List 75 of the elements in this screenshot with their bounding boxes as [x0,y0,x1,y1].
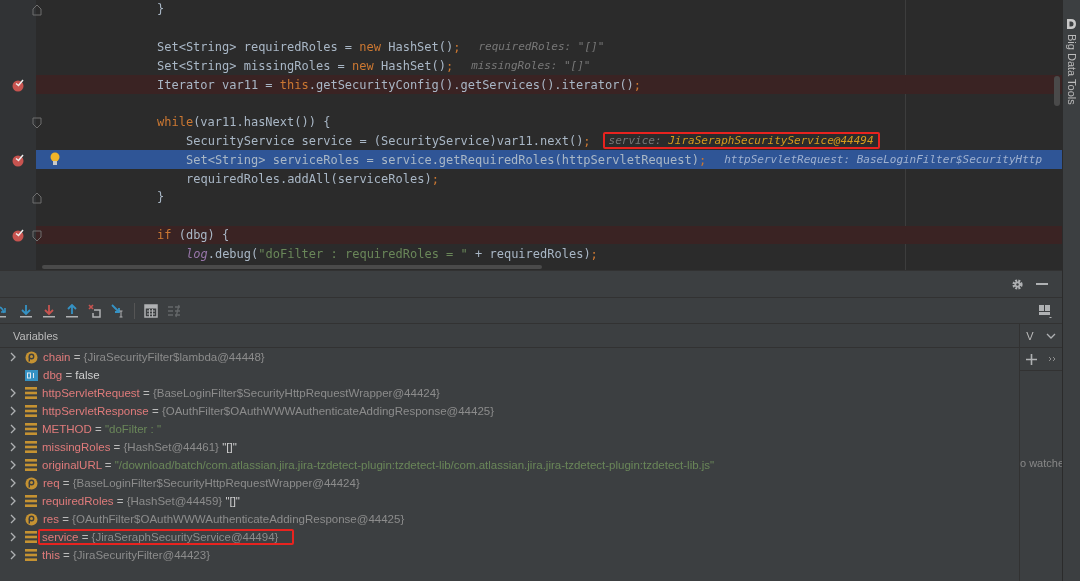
code-line: SecurityService service = (SecurityService)var11.next(); [186,133,591,148]
scrollbar[interactable] [1054,76,1060,106]
drop-frame-icon[interactable] [88,303,102,318]
breakpoint-icon[interactable] [11,77,25,92]
field-icon [25,441,37,453]
variable-entry[interactable]: dbg = false [39,367,104,383]
force-step-into-icon[interactable] [42,303,56,318]
watches-tab[interactable]: V [1026,329,1034,342]
expand-chevron-icon[interactable] [9,550,16,560]
layout-icon[interactable] [1038,303,1052,318]
code-line: requiredRoles.addAll(serviceRoles); [186,171,439,186]
evaluate-icon[interactable] [144,303,158,318]
breakpoint-icon[interactable] [11,227,25,242]
breakpoint-icon[interactable] [11,152,25,167]
variable-entry[interactable]: chain = {JiraSecurityFilter$lambda@44448} [39,349,269,365]
variable-entry[interactable]: service = {JiraSeraphSecurityService@44494} [38,529,295,545]
run-to-cursor-icon[interactable] [111,303,125,318]
variable-entry[interactable]: req = {BaseLoginFilter$SecurityHttpRequestWrapper@44424} [39,475,364,491]
parameter-icon [25,512,38,526]
parameter-icon [25,476,38,490]
add-icon[interactable] [1025,353,1037,365]
code-line: Set<String> serviceRoles = service.getRequiredRoles(httpServletRequest); [186,152,707,167]
variable-entry[interactable]: METHOD = "doFilter : " [38,421,166,437]
fold-icon[interactable] [32,4,42,16]
more-icon[interactable] [1048,356,1057,362]
variable-entry[interactable]: httpServletResponse = {OAuthFilter$OAuthWWWAuthenticateAddingResponse@44425} [38,403,499,419]
expand-chevron-icon[interactable] [9,460,16,470]
code-line: Set<String> missingRoles = new HashSet(); [157,58,454,73]
code-line: if (dbg) { [157,227,230,242]
step-into-icon[interactable] [19,303,33,318]
field-icon [25,459,37,471]
tool-window-tab[interactable]: Big Data Tools [1065,34,1078,105]
step-out-icon[interactable] [65,303,79,318]
variable-entry[interactable]: requiredRoles = {HashSet@44459} "[]" [38,493,244,509]
code-line: } [157,2,165,17]
expand-chevron-icon[interactable] [9,352,16,362]
primitive-icon [25,369,38,381]
field-icon [25,423,37,435]
code-line: Set<String> requiredRoles = new HashSet(); [157,40,461,54]
parameter-icon [25,350,38,364]
field-icon [25,495,37,507]
expand-chevron-icon[interactable] [9,478,16,488]
inline-value-hint: requiredRoles: "[]" [477,39,606,56]
inline-value-hint: httpServletRequest: BaseLoginFilter$SecurityHttp [723,152,1044,169]
expand-chevron-icon[interactable] [9,388,16,398]
variable-entry[interactable]: missingRoles = {HashSet@44461} "[]" [38,439,241,455]
settings-icon[interactable] [1011,277,1024,291]
code-line: log.debug("doFilter : requiredRoles = " + requiredRoles); [186,246,598,261]
panel-title: Variables [13,329,59,342]
code-line: } [157,190,165,205]
inline-value-hint: service: JiraSeraphSecurityService@44494 [602,132,880,150]
minimize-icon[interactable] [1036,282,1048,286]
code-line: while(var11.hasNext()) { [157,115,331,130]
expand-chevron-icon[interactable] [9,532,16,542]
variable-entry[interactable]: res = {OAuthFilter$OAuthWWWAuthenticateAddingResponse@44425} [39,511,409,527]
expand-chevron-icon[interactable] [9,406,16,416]
expand-chevron-icon[interactable] [9,514,16,524]
field-icon [25,387,37,399]
code-line: Iterator var11 = this.getSecurityConfig().getServices().iterator(); [157,77,642,92]
database-icon[interactable] [1066,18,1077,30]
inline-value-hint: missingRoles: "[]" [470,58,592,75]
lightbulb-icon[interactable] [50,152,60,167]
fold-icon[interactable] [32,191,42,204]
fold-icon[interactable] [32,116,42,129]
field-icon [25,549,37,561]
variable-entry[interactable]: this = {JiraSecurityFilter@44423} [38,547,214,563]
variable-entry[interactable]: originalURL = "/download/batch/com.atlassian.jira.jira-tzdetect-plugin:tzdetect-lib/com.atlassian.jira.jira-tzdetect-plugin:tzdetect-lib.js" [38,457,719,473]
expand-chevron-icon[interactable] [9,442,16,452]
variable-entry[interactable]: httpServletRequest = {BaseLoginFilter$SecurityHttpRequestWrapper@44424} [38,385,444,401]
expand-chevron-icon[interactable] [9,424,16,434]
expand-chevron-icon[interactable] [9,496,16,506]
field-icon [25,405,37,417]
fold-icon[interactable] [32,229,42,242]
chevron-down-icon[interactable] [1045,332,1056,339]
field-icon [25,531,37,543]
